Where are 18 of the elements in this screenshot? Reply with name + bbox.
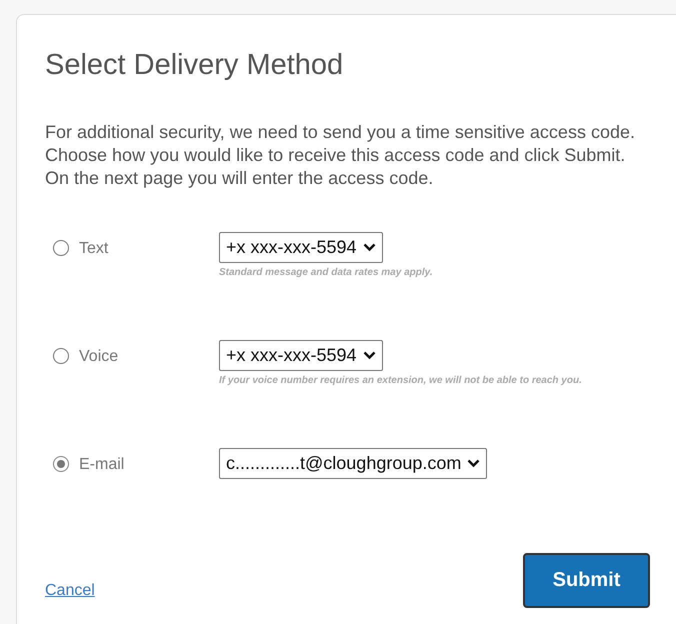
radio-button[interactable] [53, 456, 69, 472]
hint-text: Standard message and data rates may apply. [219, 266, 434, 280]
option-label: Voice [79, 347, 118, 367]
option-label: E-mail [79, 455, 124, 475]
cancel-link[interactable]: Cancel [45, 582, 95, 600]
chevron-icon [362, 243, 376, 252]
option-label: Text [79, 239, 108, 259]
chevron-icon [467, 459, 480, 468]
submit-button[interactable]: Submit [523, 553, 650, 608]
intro-text: For additional security, we need to send you a time sensitive access code. Choose how you would like to receive this access code and click Submit. On the next page you will enter the access code. [45, 121, 635, 190]
hint-text: If your voice number requires an extension, we will not be able to reach you. [219, 374, 583, 388]
contact-select[interactable]: +x xxx-xxx-5594 [219, 232, 383, 263]
dialog-title: Select Delivery Method [45, 48, 344, 83]
contact-select[interactable]: c.............t@cloughgroup.com [219, 448, 488, 479]
radio-button[interactable] [53, 240, 69, 256]
contact-select[interactable]: +x xxx-xxx-5594 [219, 340, 383, 371]
radio-button[interactable] [53, 348, 69, 364]
chevron-icon [362, 351, 376, 360]
